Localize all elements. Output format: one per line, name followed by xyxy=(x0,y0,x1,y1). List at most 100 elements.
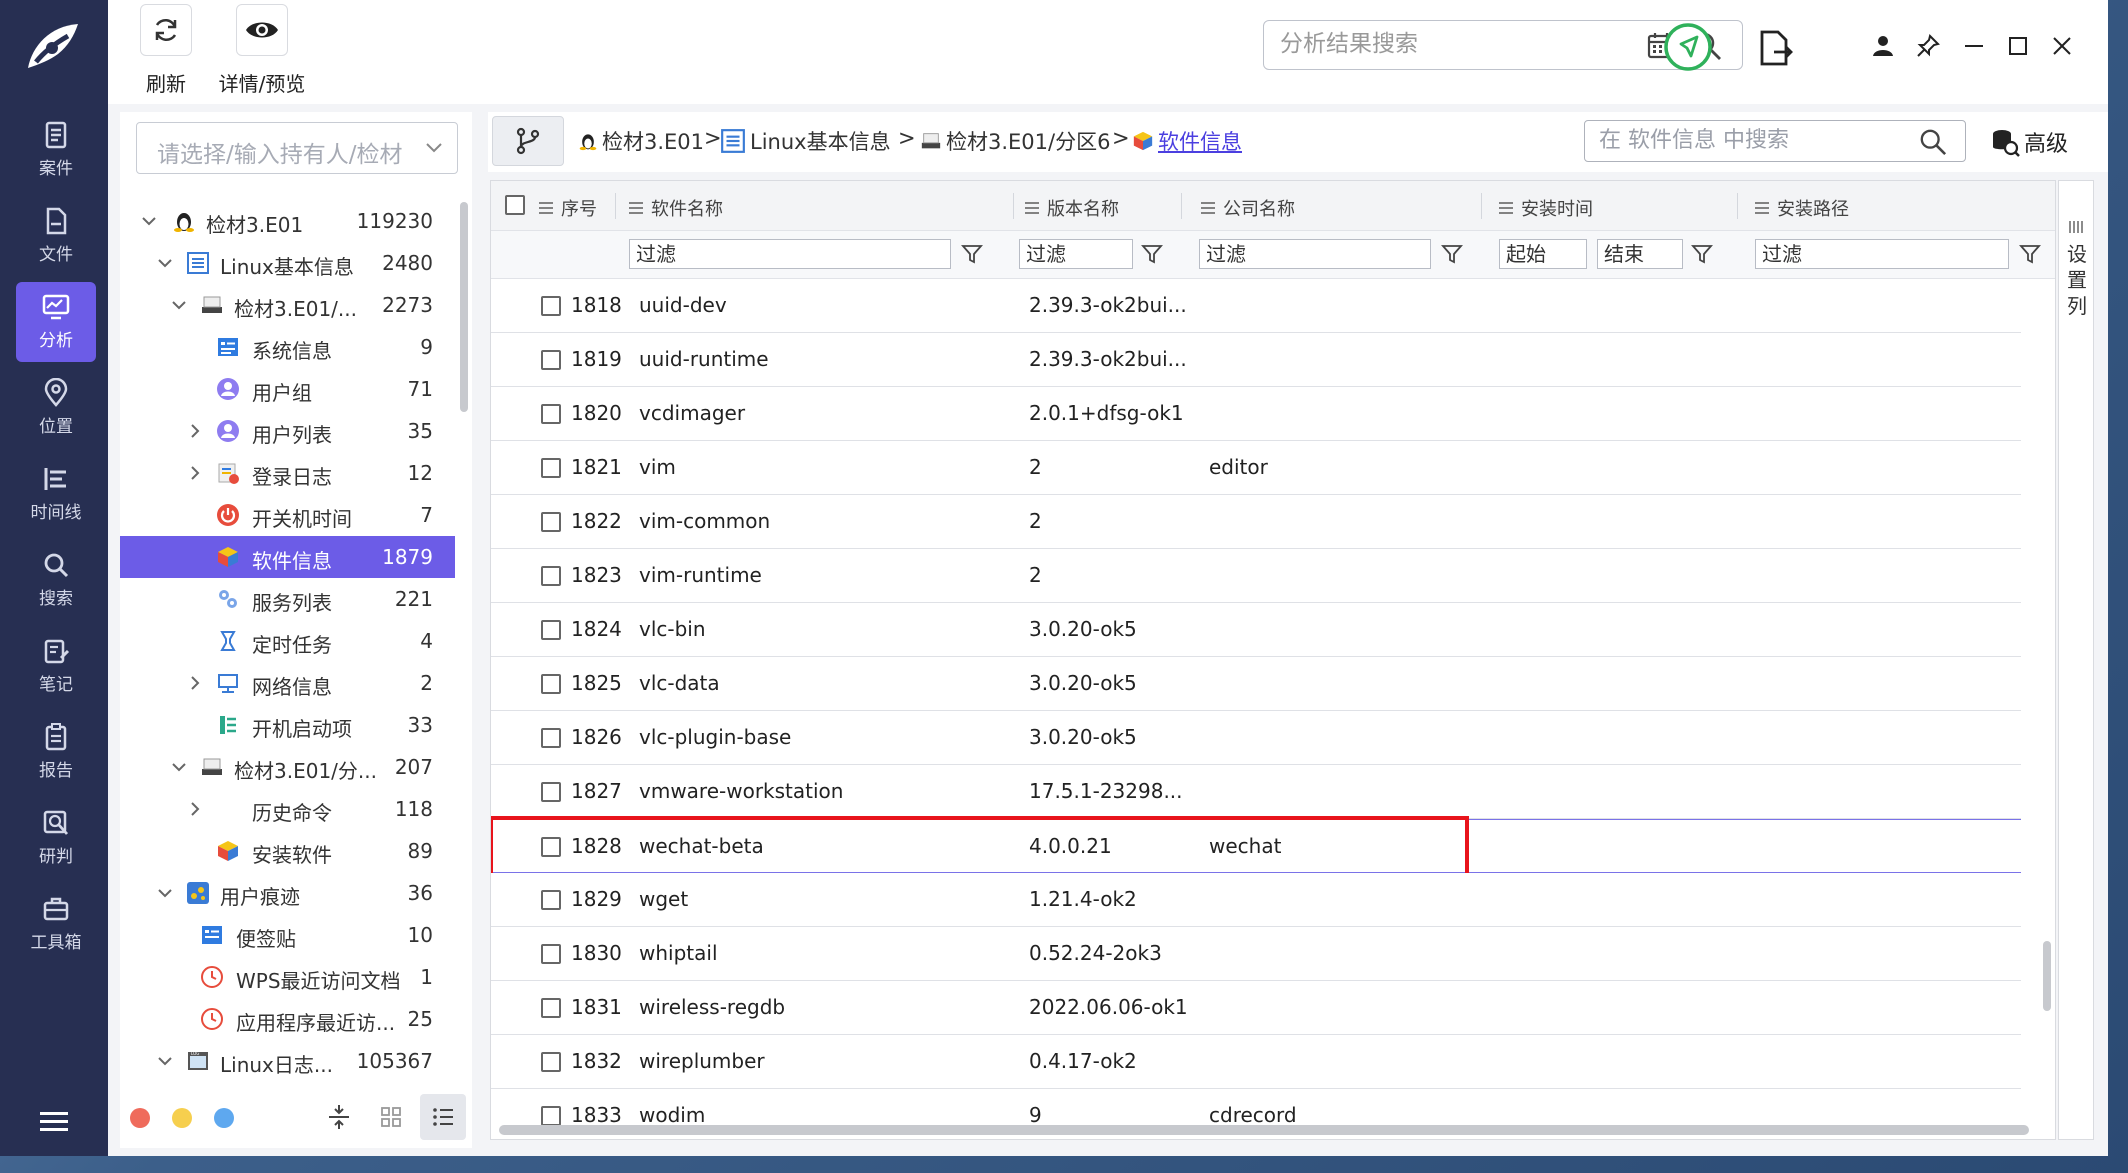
row-checkbox[interactable] xyxy=(541,620,561,640)
filter-start-time-input[interactable]: 起始 xyxy=(1499,239,1587,269)
status-check-icon[interactable] xyxy=(1663,22,1713,72)
row-checkbox[interactable] xyxy=(541,782,561,802)
tree-item[interactable]: LOG Linux日志... 105367 xyxy=(120,1040,455,1082)
tree-scrollbar[interactable] xyxy=(460,202,468,412)
chevron-down-icon[interactable] xyxy=(170,296,188,314)
branch-button[interactable] xyxy=(492,116,564,166)
tree-item[interactable]: 历史命令 118 xyxy=(120,788,455,830)
tree-item[interactable]: 便签贴 10 xyxy=(120,914,455,956)
analysis-search-input[interactable] xyxy=(1280,31,1640,57)
grid-view-button[interactable] xyxy=(368,1094,414,1140)
row-checkbox[interactable] xyxy=(541,890,561,910)
row-checkbox[interactable] xyxy=(541,944,561,964)
table-row[interactable]: 1832 wireplumber 0.4.17-ok2 xyxy=(491,1035,2021,1089)
nav-item-location[interactable]: 位置 xyxy=(16,368,96,448)
tree-item[interactable]: 用户痕迹 36 xyxy=(120,872,455,914)
row-checkbox[interactable] xyxy=(541,1106,561,1126)
advanced-search-button[interactable]: 高级 xyxy=(1990,126,2068,158)
nav-item-timeline[interactable]: 时间线 xyxy=(16,454,96,534)
column-header-company[interactable]: 公司名称 xyxy=(1201,195,1295,221)
tree-item[interactable]: 检材3.E01/... 2273 xyxy=(120,284,455,326)
table-horizontal-scrollbar[interactable] xyxy=(499,1125,2029,1135)
table-row[interactable]: 1824 vlc-bin 3.0.20-ok5 xyxy=(491,603,2021,657)
table-row[interactable]: 1821 vim 2 editor xyxy=(491,441,2021,495)
table-row[interactable]: 1820 vcdimager 2.0.1+dfsg-ok1 xyxy=(491,387,2021,441)
filter-icon[interactable] xyxy=(961,243,983,265)
nav-item-report[interactable]: 报告 xyxy=(16,712,96,792)
table-row-highlighted[interactable]: 1828 wechat-beta 4.0.0.21 wechat xyxy=(491,816,2021,878)
blue-dot-filter[interactable] xyxy=(214,1108,234,1128)
filter-icon[interactable] xyxy=(1141,243,1163,265)
breadcrumb-current[interactable]: 软件信息 xyxy=(1132,126,1242,156)
tree-item[interactable]: 网络信息 2 xyxy=(120,662,455,704)
in-view-search-input[interactable] xyxy=(1599,128,1899,153)
column-header-install-time[interactable]: 安装时间 xyxy=(1499,195,1593,221)
column-divider[interactable] xyxy=(1013,193,1014,219)
tree-item[interactable]: 检材3.E01 119230 xyxy=(120,200,455,242)
row-checkbox[interactable] xyxy=(541,350,561,370)
table-row[interactable]: 1826 vlc-plugin-base 3.0.20-ok5 xyxy=(491,711,2021,765)
chevron-down-icon[interactable] xyxy=(156,1052,174,1070)
column-settings-button[interactable]: 设置列 xyxy=(2058,180,2094,1140)
select-all-checkbox[interactable] xyxy=(505,195,525,215)
tree-item[interactable]: 用户列表 35 xyxy=(120,410,455,452)
filter-icon[interactable] xyxy=(1691,243,1713,265)
red-dot-filter[interactable] xyxy=(130,1108,150,1128)
refresh-button[interactable]: 刷新 xyxy=(116,4,216,100)
row-checkbox[interactable] xyxy=(541,296,561,316)
column-divider[interactable] xyxy=(1181,193,1182,219)
tree-item[interactable]: 应用程序最近访... 25 xyxy=(120,998,455,1040)
row-checkbox[interactable] xyxy=(541,458,561,478)
nav-item-file[interactable]: 文件 xyxy=(16,196,96,276)
table-row[interactable]: 1831 wireless-regdb 2022.06.06-ok1 xyxy=(491,981,2021,1035)
table-row[interactable]: 1830 whiptail 0.52.24-2ok3 xyxy=(491,927,2021,981)
tree-item[interactable]: 系统信息 9 xyxy=(120,326,455,368)
column-divider[interactable] xyxy=(1481,193,1482,219)
column-divider[interactable] xyxy=(615,193,616,219)
filter-end-time-input[interactable]: 结束 xyxy=(1597,239,1683,269)
hamburger-menu-icon[interactable] xyxy=(40,1110,68,1134)
chevron-right-icon[interactable] xyxy=(186,674,204,692)
minimize-icon[interactable] xyxy=(1962,34,1986,58)
search-icon[interactable] xyxy=(1919,128,1947,156)
row-checkbox[interactable] xyxy=(541,566,561,586)
tree-item[interactable]: 开关机时间 7 xyxy=(120,494,455,536)
filter-path-input[interactable]: 过滤 xyxy=(1755,239,2009,269)
nav-item-toolbox[interactable]: 工具箱 xyxy=(16,884,96,964)
row-checkbox[interactable] xyxy=(541,1052,561,1072)
chevron-right-icon[interactable] xyxy=(186,800,204,818)
column-header-index[interactable]: 序号 xyxy=(539,195,597,221)
table-row[interactable]: 1822 vim-common 2 xyxy=(491,495,2021,549)
nav-item-search[interactable]: 搜索 xyxy=(16,540,96,620)
nav-item-note[interactable]: 笔记 xyxy=(16,626,96,706)
filter-icon[interactable] xyxy=(2019,243,2041,265)
row-checkbox[interactable] xyxy=(541,674,561,694)
owner-select[interactable]: 请选择/输入持有人/检材 xyxy=(136,122,458,174)
maximize-icon[interactable] xyxy=(2006,34,2030,58)
close-icon[interactable] xyxy=(2050,34,2074,58)
table-row[interactable]: 1825 vlc-data 3.0.20-ok5 xyxy=(491,657,2021,711)
tree-item[interactable]: 定时任务 4 xyxy=(120,620,455,662)
nav-item-analysis[interactable]: 分析 xyxy=(16,282,96,362)
column-divider[interactable] xyxy=(1737,193,1738,219)
column-header-name[interactable]: 软件名称 xyxy=(629,195,723,221)
chevron-down-icon[interactable] xyxy=(156,884,174,902)
breadcrumb-item[interactable]: 检材3.E01 xyxy=(578,126,704,156)
export-icon[interactable] xyxy=(1758,28,1794,68)
tree-item[interactable]: 登录日志 12 xyxy=(120,452,455,494)
filter-company-input[interactable]: 过滤 xyxy=(1199,239,1431,269)
table-vertical-scrollbar[interactable] xyxy=(2043,941,2051,1011)
yellow-dot-filter[interactable] xyxy=(172,1108,192,1128)
tree-item[interactable]: 服务列表 221 xyxy=(120,578,455,620)
row-checkbox[interactable] xyxy=(541,998,561,1018)
table-row[interactable]: 1829 wget 1.21.4-ok2 xyxy=(491,873,2021,927)
chevron-down-icon[interactable] xyxy=(140,212,158,230)
row-checkbox[interactable] xyxy=(541,404,561,424)
column-header-version[interactable]: 版本名称 xyxy=(1025,195,1119,221)
list-view-button[interactable] xyxy=(420,1094,466,1140)
row-checkbox[interactable] xyxy=(541,728,561,748)
user-icon[interactable] xyxy=(1871,34,1895,58)
tree-item[interactable]: 检材3.E01/分... 207 xyxy=(120,746,455,788)
tree-item-software-info[interactable]: 软件信息 1879 xyxy=(120,536,455,578)
tree-item[interactable]: 安装软件 89 xyxy=(120,830,455,872)
